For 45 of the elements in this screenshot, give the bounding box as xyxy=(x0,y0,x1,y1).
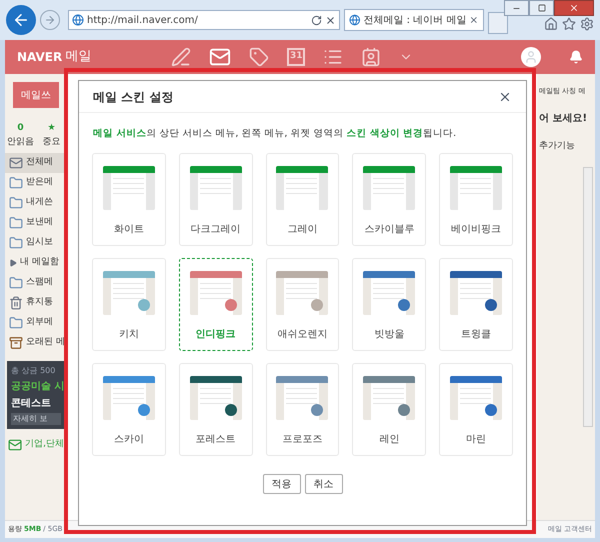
skin-option[interactable]: 베이비핑크 xyxy=(439,153,513,246)
skin-option[interactable]: 키치 xyxy=(92,258,166,352)
skin-option[interactable]: 애쉬오렌지 xyxy=(266,258,340,352)
folder-item[interactable]: 보낸메 xyxy=(5,213,67,233)
ad-headline: 공공미술 시 xyxy=(11,380,61,394)
dialog-title: 메일 스킨 설정 xyxy=(93,88,174,106)
banner-text: 어 보세요! xyxy=(539,112,588,126)
skin-option[interactable]: 다크그레이 xyxy=(178,153,253,246)
browser-tab[interactable]: 전체메일 : 네이버 메일 xyxy=(344,9,484,31)
ad-text: 총 상금 500 xyxy=(11,365,56,377)
folder-item[interactable]: 오래된 메 xyxy=(5,333,67,353)
skin-option[interactable]: 그레이 xyxy=(266,153,340,246)
tab-title: 전체메일 : 네이버 메일 xyxy=(364,14,466,28)
folder-item[interactable]: 외부메 xyxy=(5,313,67,333)
url-text: http://mail.naver.com/ xyxy=(87,14,199,28)
ad-headline: 콘테스트 xyxy=(11,397,52,411)
folder-item[interactable]: 내게쓴 xyxy=(5,193,67,213)
skin-option[interactable]: 마린 xyxy=(439,363,513,456)
folder-item[interactable]: 휴지통 xyxy=(5,293,67,313)
ad-link[interactable]: 자세히 보 xyxy=(11,413,61,425)
folder-item[interactable]: 내 메일함 xyxy=(5,253,67,273)
skin-option[interactable]: 프로포즈 xyxy=(266,363,340,456)
skin-option[interactable]: 스카이블루 xyxy=(352,153,426,246)
skin-option[interactable]: 빗방울 xyxy=(352,258,426,352)
skin-option[interactable]: 인디핑크 xyxy=(178,258,253,352)
folder-item[interactable]: 받은메 xyxy=(5,173,67,193)
folder-item[interactable]: 임시보 xyxy=(5,233,67,253)
skin-option[interactable]: 레인 xyxy=(352,363,426,456)
skin-option[interactable]: 스카이 xyxy=(92,363,166,456)
extra-menu[interactable]: 추가기능 xyxy=(539,140,595,153)
dialog-description: 메일 서비스의 상단 서비스 메뉴, 왼쪽 메뉴, 위젯 영역의 스킨 색상이 변경됩니다. xyxy=(93,127,458,141)
ad-banner[interactable]: 총 상금 500 공공미술 시 콘테스트 자세히 보 xyxy=(7,361,65,429)
address-bar[interactable]: http://mail.naver.com/ xyxy=(68,10,340,30)
folder-item[interactable]: 스팸메 xyxy=(5,273,67,293)
counter-value: 0 xyxy=(17,122,24,135)
folder-item[interactable]: 전체메 xyxy=(5,153,67,173)
counter-label[interactable]: 안읽음 xyxy=(7,136,34,149)
counter-value: ★ xyxy=(47,122,56,135)
service-name: 메일 xyxy=(65,48,92,66)
counter-label[interactable]: 중요 xyxy=(42,136,60,149)
skin-option[interactable]: 포레스트 xyxy=(178,363,253,456)
skin-option[interactable]: 트윙클 xyxy=(439,258,513,352)
dialog-button[interactable]: 적용 xyxy=(262,474,300,494)
dialog-button[interactable]: 취소 xyxy=(304,474,342,494)
skin-option[interactable]: 화이트 xyxy=(92,153,166,246)
